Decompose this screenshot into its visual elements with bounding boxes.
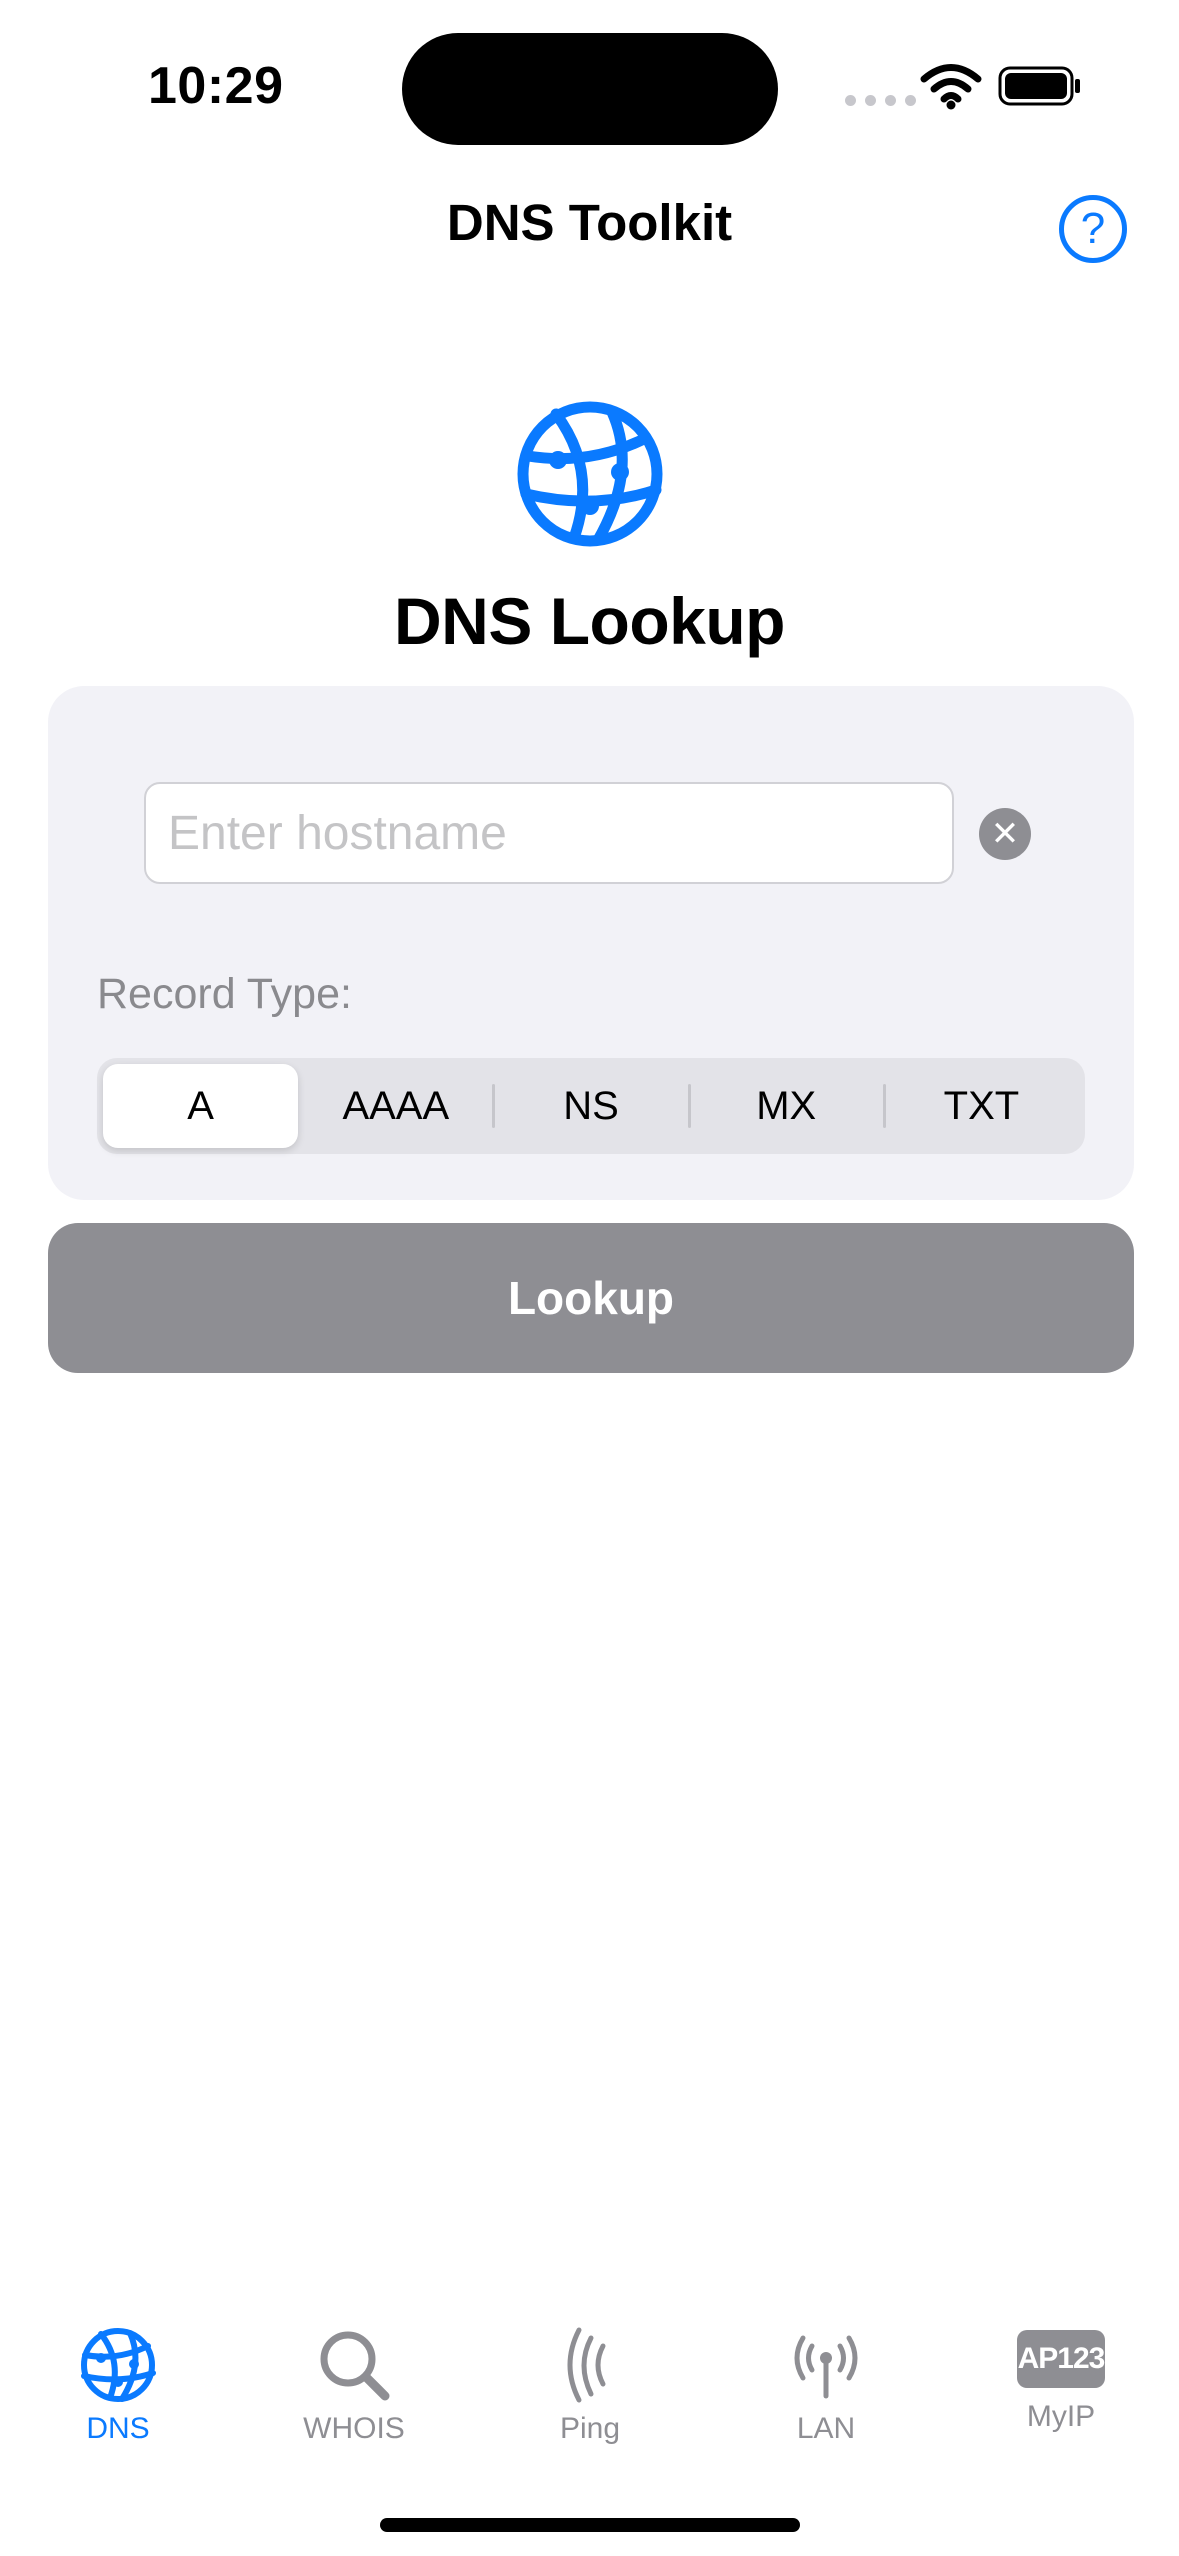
tab-myip[interactable]: AP123 MyIP (943, 2310, 1179, 2434)
nav-title: DNS Toolkit (446, 194, 733, 251)
tab-label: WHOIS (303, 2412, 405, 2445)
dynamic-island (402, 33, 778, 145)
tab-label: DNS (86, 2412, 150, 2445)
segment-a[interactable]: A (103, 1064, 299, 1148)
ping-waves-icon (567, 2327, 606, 2403)
segment-label: A (187, 1083, 214, 1128)
record-type-picker: A AAAA NS MX TXT (97, 1058, 1085, 1154)
tab-label: MyIP (1026, 2400, 1096, 2433)
ip-badge-icon: AP123 (1017, 2330, 1105, 2388)
cellular-signal-icon (845, 95, 916, 106)
hostname-input[interactable] (144, 782, 954, 884)
tab-lan[interactable]: LAN (708, 2310, 944, 2446)
segment-mx[interactable]: MX (687, 1064, 884, 1148)
lookup-button[interactable]: Lookup (48, 1223, 1134, 1373)
segment-label: MX (756, 1083, 817, 1128)
tab-whois[interactable]: WHOIS (236, 2310, 472, 2446)
status-time: 10:29 (148, 57, 284, 115)
segment-txt[interactable]: TXT (882, 1064, 1079, 1148)
segment-label: TXT (943, 1083, 1020, 1128)
tab-label: Ping (559, 2412, 621, 2445)
wifi-icon (920, 64, 982, 110)
segment-divider (882, 1084, 886, 1128)
segment-label: AAAA (342, 1083, 450, 1128)
battery-icon (998, 66, 1080, 106)
segment-divider (492, 1084, 496, 1128)
lookup-card: ✕ Record Type: A AAAA NS MX TXT (48, 686, 1134, 1200)
tab-label: LAN (796, 2412, 856, 2445)
home-indicator (380, 2518, 800, 2532)
globe-icon (81, 2328, 156, 2402)
segment-ns[interactable]: NS (492, 1064, 688, 1148)
clear-button[interactable]: ✕ (979, 808, 1031, 860)
magnifying-glass-icon (320, 2331, 390, 2401)
page-heading: DNS Lookup (394, 584, 785, 658)
globe-icon (517, 401, 663, 547)
segment-aaaa[interactable]: AAAA (298, 1064, 493, 1148)
segment-label: NS (563, 1083, 619, 1128)
antenna-icon (794, 2335, 858, 2399)
record-type-label: Record Type: (97, 970, 352, 1018)
segment-divider (687, 1084, 691, 1128)
tab-dns[interactable]: DNS (0, 2310, 236, 2446)
tab-ping[interactable]: Ping (472, 2310, 708, 2446)
help-button[interactable]: ? (1059, 195, 1127, 263)
